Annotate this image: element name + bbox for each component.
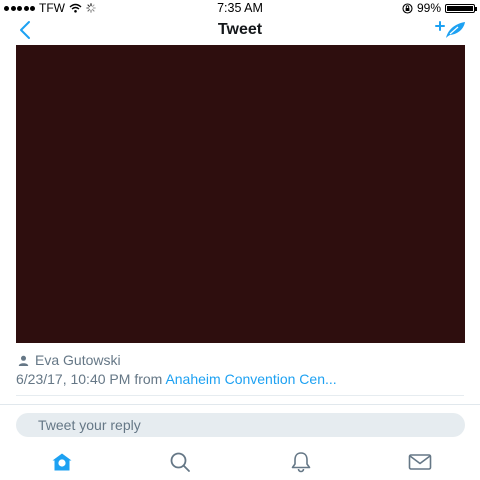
divider <box>16 395 464 396</box>
tweet-author[interactable]: Eva Gutowski <box>18 351 121 369</box>
tab-notifications[interactable] <box>289 451 313 473</box>
compose-tweet-icon[interactable] <box>434 18 468 42</box>
tab-search[interactable] <box>168 451 192 473</box>
messages-icon <box>408 454 432 470</box>
tab-home[interactable] <box>50 451 74 473</box>
nav-bar: Tweet <box>0 16 480 44</box>
reply-input[interactable]: Tweet your reply <box>16 413 465 437</box>
battery-percent: 99% <box>416 1 441 15</box>
tweet-media-image[interactable] <box>16 45 465 343</box>
home-icon <box>52 453 72 471</box>
notifications-icon <box>291 452 311 473</box>
status-right: 99% <box>402 0 477 16</box>
person-icon <box>18 355 29 366</box>
rotation-lock-icon <box>402 2 413 14</box>
author-name: Eva Gutowski <box>35 352 121 368</box>
search-icon <box>170 452 190 472</box>
tweet-location-link[interactable]: Anaheim Convention Cen... <box>165 371 336 387</box>
page-title: Tweet <box>217 21 263 38</box>
divider <box>0 404 480 405</box>
tab-messages[interactable] <box>408 451 432 473</box>
tweet-timestamp: 6/23/17, 10:40 PM <box>16 371 131 387</box>
status-bar: TFW 7:35 AM 99% <box>0 0 480 16</box>
tweet-meta: 6/23/17, 10:40 PM from Anaheim Conventio… <box>16 370 468 388</box>
from-label: from <box>134 371 163 387</box>
tab-bar <box>0 443 480 480</box>
battery-icon <box>445 3 477 13</box>
